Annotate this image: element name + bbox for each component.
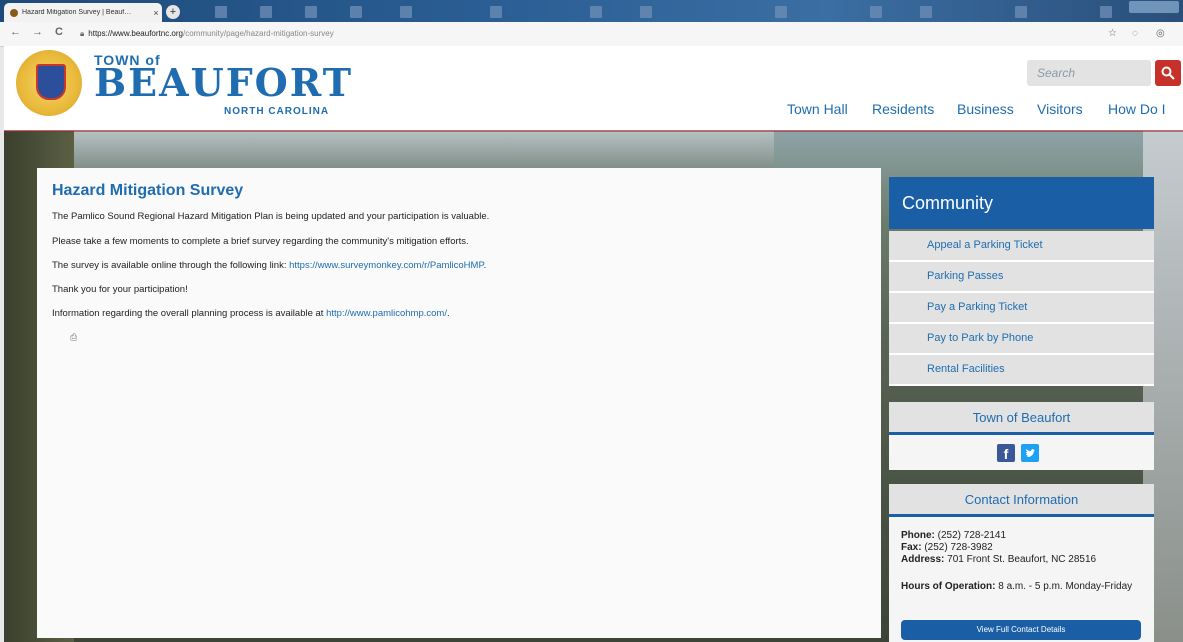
phone-value: (252) 728-2141 (934, 530, 1007, 541)
page-title: Hazard Mitigation Survey (52, 182, 244, 199)
search-box (1027, 60, 1151, 86)
url-host: https://www.beaufortnc.org (88, 29, 183, 38)
community-header: Community (889, 177, 1154, 229)
hours-label: Hours of Operation: (901, 581, 996, 592)
desktop-icon (490, 6, 502, 18)
contact-box-header: Contact Information (889, 484, 1154, 517)
extension-icon[interactable]: ◌ (1132, 28, 1138, 39)
bookmark-star-icon[interactable]: ☆ (1108, 28, 1117, 39)
web-page: TOWN of BEAUFORT NORTH CAROLINA Town Hal… (4, 46, 1183, 642)
p3-text: The survey is available online through t… (52, 260, 290, 271)
nav-visitors[interactable]: Visitors (1037, 101, 1083, 117)
desktop-icon (215, 6, 227, 18)
logo-north-carolina[interactable]: NORTH CAROLINA (224, 106, 329, 117)
pamlicohmp-link[interactable]: http://www.pamlicohmp.com/ (326, 308, 447, 319)
hours-value: 8 a.m. - 5 p.m. Monday-Friday (995, 581, 1133, 592)
desktop-icon (400, 6, 412, 18)
paragraph-2: Please take a few moments to complete a … (52, 236, 469, 247)
p5-end: . (446, 308, 450, 319)
contact-fax: Fax: (252) 728-3982 (901, 542, 993, 553)
social-box: Town of Beaufort f (889, 402, 1154, 470)
browser-address-bar: ← → C 🔒︎ https://www.beaufortnc.org/commu… (0, 22, 1183, 47)
fax-value: (252) 728-3982 (921, 542, 993, 553)
tab-close-icon[interactable]: × (150, 8, 162, 18)
tab-title: Hazard Mitigation Survey | Beauf… (22, 9, 132, 16)
forward-icon[interactable]: → (32, 26, 43, 38)
shield-icon (36, 64, 66, 100)
window-controls[interactable] (1129, 1, 1179, 13)
desktop-icon (1015, 6, 1027, 18)
sidebar-link-appeal[interactable]: Appeal a Parking Ticket (889, 231, 1154, 262)
desktop-icon (350, 6, 362, 18)
address-value: 701 Front St. Beaufort, NC 28516 (944, 554, 1097, 565)
desktop-icon (1100, 6, 1112, 18)
sidebar-link-pay-ticket[interactable]: Pay a Parking Ticket (889, 293, 1154, 324)
desktop-icon (260, 6, 272, 18)
contact-address: Address: 701 Front St. Beaufort, NC 2851… (901, 554, 1096, 565)
site-header: TOWN of BEAUFORT NORTH CAROLINA Town Hal… (4, 46, 1183, 131)
contact-phone: Phone: (252) 728-2141 (901, 530, 1006, 541)
browser-tab-strip: Hazard Mitigation Survey | Beauf… × + (0, 0, 1183, 22)
site-favicon-icon (10, 8, 18, 17)
print-icon[interactable]: ⎙ (70, 332, 77, 343)
sidebar-link-label: Pay a Parking Ticket (927, 301, 1028, 313)
sidebar-link-label: Rental Facilities (927, 363, 1005, 375)
town-seal-logo[interactable] (16, 50, 82, 116)
paragraph-5: Information regarding the overall planni… (52, 308, 450, 319)
sidebar-link-label: Appeal a Parking Ticket (927, 239, 1043, 251)
sidebar-link-pay-by-phone[interactable]: Pay to Park by Phone (889, 324, 1154, 355)
fax-label: Fax: (901, 542, 922, 553)
sidebar-link-label: Pay to Park by Phone (927, 332, 1034, 344)
desktop-icon (305, 6, 317, 18)
community-title: Community (902, 193, 994, 213)
url-path: /community/page/hazard-mitigation-survey (182, 29, 334, 38)
desktop-icon (870, 6, 882, 18)
desktop-icon (590, 6, 602, 18)
address-label: Address: (901, 554, 945, 565)
view-full-contact-button[interactable]: View Full Contact Details (901, 620, 1141, 640)
header-divider (4, 130, 1183, 132)
back-icon[interactable]: ← (10, 26, 21, 38)
contact-box-title: Contact Information (964, 492, 1079, 507)
paragraph-3: The survey is available online through t… (52, 260, 486, 271)
desktop-icon (920, 6, 932, 18)
nav-town-hall[interactable]: Town Hall (787, 101, 848, 117)
social-box-title: Town of Beaufort (972, 410, 1071, 425)
contact-hours: Hours of Operation: 8 a.m. - 5 p.m. Mond… (901, 581, 1132, 592)
p3-end: . (483, 260, 487, 271)
desktop-icon (640, 6, 652, 18)
p5-text: Information regarding the overall planni… (52, 308, 327, 319)
phone-label: Phone: (901, 530, 935, 541)
facebook-icon[interactable]: f (997, 444, 1015, 462)
url-field[interactable]: 🔒︎ https://www.beaufortnc.org/community/p… (80, 26, 1080, 42)
paragraph-4: Thank you for your participation! (52, 284, 188, 295)
nav-residents[interactable]: Residents (872, 101, 934, 117)
search-button[interactable] (1155, 60, 1181, 86)
paragraph-1: The Pamlico Sound Regional Hazard Mitiga… (52, 211, 490, 222)
twitter-icon[interactable] (1021, 444, 1039, 462)
contact-box: Contact Information Phone: (252) 728-214… (889, 484, 1154, 642)
survey-link[interactable]: https://www.surveymonkey.com/r/PamlicoHM… (289, 260, 483, 271)
search-input[interactable] (1027, 60, 1147, 86)
main-content: Hazard Mitigation Survey The Pamlico Sou… (37, 168, 881, 638)
lock-icon: 🔒︎ (80, 29, 85, 38)
reload-icon[interactable]: C (55, 26, 63, 38)
nav-business[interactable]: Business (957, 101, 1014, 117)
social-box-header: Town of Beaufort (889, 402, 1154, 435)
sidebar-link-rental[interactable]: Rental Facilities (889, 355, 1154, 386)
search-icon (1161, 66, 1175, 80)
logo-beaufort[interactable]: BEAUFORT (94, 60, 353, 105)
sidebar-link-parking-passes[interactable]: Parking Passes (889, 262, 1154, 293)
profile-icon[interactable]: ◎ (1156, 28, 1165, 39)
sidebar-link-label: Parking Passes (927, 270, 1004, 282)
desktop-icon (775, 6, 787, 18)
browser-tab[interactable]: Hazard Mitigation Survey | Beauf… × (4, 3, 162, 22)
new-tab-button[interactable]: + (166, 5, 180, 19)
nav-how-do-i[interactable]: How Do I (1108, 101, 1166, 117)
